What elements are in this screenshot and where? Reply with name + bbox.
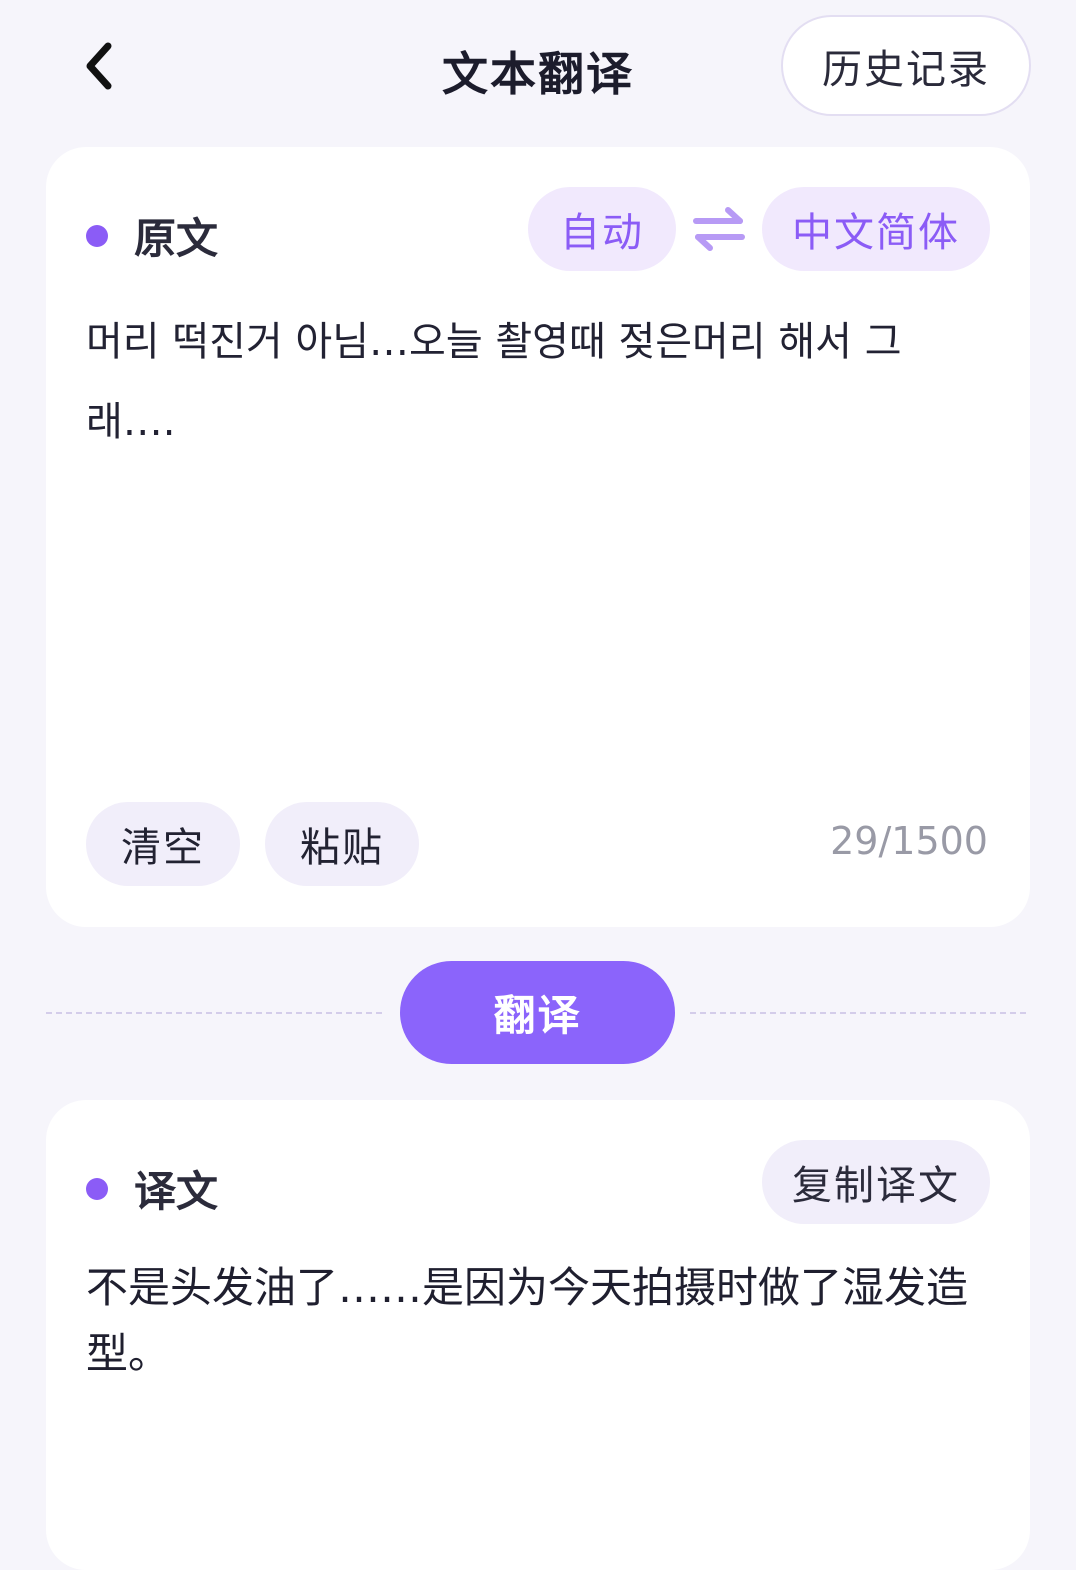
source-label-text: 原文 bbox=[134, 214, 219, 263]
paste-button[interactable]: 粘贴 bbox=[265, 802, 419, 886]
clear-button[interactable]: 清空 bbox=[86, 802, 240, 886]
target-card: 译文 复制译文 不是头发油了……是因为今天拍摄时做了湿发造型。 bbox=[46, 1100, 1030, 1570]
accent-dot-icon bbox=[86, 1177, 108, 1200]
header: 文本翻译 历史记录 bbox=[0, 0, 1076, 140]
target-label-text: 译文 bbox=[134, 1167, 219, 1216]
divider-left bbox=[46, 1012, 382, 1014]
divider-right bbox=[690, 1012, 1026, 1014]
translation-output: 不是头发油了……是因为今天拍摄时做了湿发造型。 bbox=[86, 1263, 969, 1378]
source-card: 原文 自动 中文简体 머리 떡진거 아님…오늘 촬영때 젖은머리 해서 그래….… bbox=[46, 147, 1030, 927]
copy-translation-button[interactable]: 复制译文 bbox=[762, 1140, 990, 1224]
accent-dot-icon bbox=[86, 224, 108, 247]
target-language-selector[interactable]: 中文简体 bbox=[762, 187, 990, 271]
swap-languages-icon[interactable] bbox=[690, 205, 748, 253]
translate-button[interactable]: 翻译 bbox=[400, 961, 675, 1064]
source-language-selector[interactable]: 自动 bbox=[528, 187, 676, 271]
source-section-label: 原文 bbox=[86, 205, 218, 266]
character-count: 29/1500 bbox=[830, 819, 988, 863]
history-button[interactable]: 历史记录 bbox=[781, 15, 1031, 116]
target-section-label: 译文 bbox=[86, 1158, 218, 1219]
source-text-input[interactable]: 머리 떡진거 아님…오늘 촬영때 젖은머리 해서 그래…. bbox=[86, 302, 986, 462]
